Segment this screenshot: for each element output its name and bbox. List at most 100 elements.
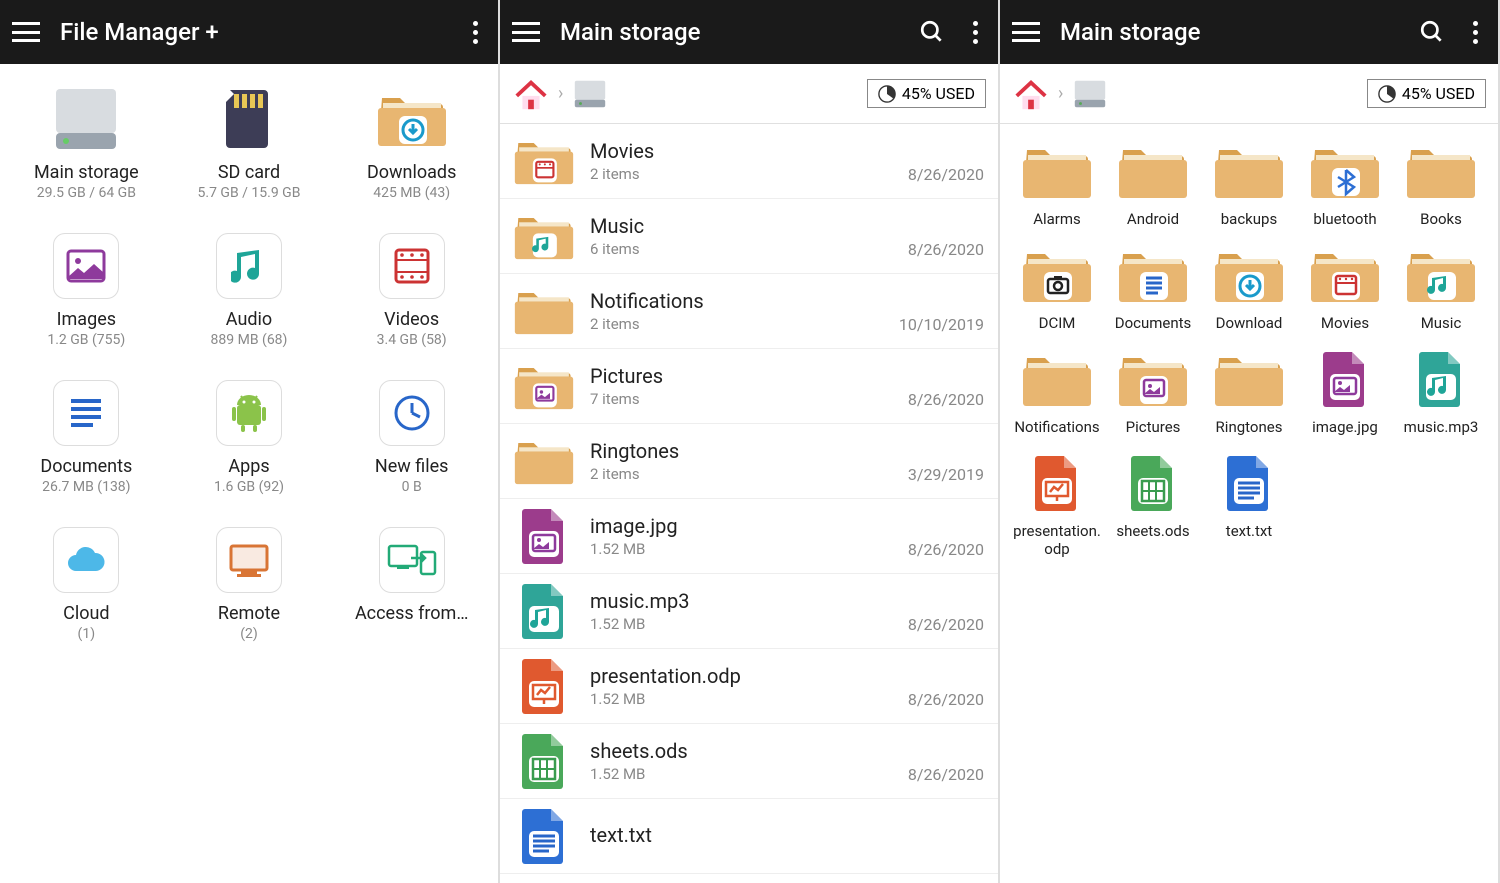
folder-image-icon (1114, 344, 1192, 414)
category-label: Access from… (355, 603, 468, 624)
category-label: Downloads (367, 162, 456, 183)
folder-icon (1210, 136, 1288, 206)
file-date: 10/10/2019 (899, 315, 984, 334)
category-cloud[interactable]: Cloud (1) (10, 525, 163, 642)
cloud-icon (46, 525, 126, 595)
file-name: Pictures (1126, 418, 1181, 436)
file-sub: 2 items (590, 165, 908, 183)
category-downloads[interactable]: Downloads 425 MB (43) (335, 84, 488, 201)
category-remote[interactable]: Remote (2) (173, 525, 326, 642)
folder-icon (1018, 136, 1096, 206)
menu-icon[interactable] (1012, 22, 1040, 42)
file-list: Movies 2 items 8/26/2020 Music 6 items 8… (500, 124, 998, 883)
grid-item[interactable]: Android (1108, 136, 1198, 228)
menu-icon[interactable] (12, 22, 40, 42)
grid-item[interactable]: music.mp3 (1396, 344, 1486, 436)
usage-badge[interactable]: 45% USED (867, 79, 986, 108)
page-title: Main storage (1060, 18, 1419, 46)
category-documents[interactable]: Documents 26.7 MB (138) (10, 378, 163, 495)
list-item[interactable]: image.jpg 1.52 MB 8/26/2020 (500, 499, 998, 574)
grid-item[interactable]: Documents (1108, 240, 1198, 332)
file-name: Books (1420, 210, 1462, 228)
category-sub: 425 MB (43) (373, 185, 450, 201)
grid-item[interactable]: Books (1396, 136, 1486, 228)
grid-item[interactable]: Ringtones (1204, 344, 1294, 436)
folder-icon (1018, 344, 1096, 414)
remote-icon (209, 525, 289, 595)
list-item[interactable]: Pictures 7 items 8/26/2020 (500, 349, 998, 424)
file-presentation-icon (1018, 448, 1096, 518)
category-videos[interactable]: Videos 3.4 GB (58) (335, 231, 488, 348)
grid-item[interactable]: image.jpg (1300, 344, 1390, 436)
usage-text: 45% USED (1402, 84, 1475, 103)
file-name: sheets.ods (1116, 522, 1189, 540)
file-image-icon (514, 509, 574, 563)
grid-item[interactable]: Notifications (1012, 344, 1102, 436)
home-icon[interactable] (512, 75, 550, 113)
file-date: 8/26/2020 (908, 240, 984, 259)
file-sub: 1.52 MB (590, 690, 908, 708)
more-icon[interactable] (1465, 13, 1486, 52)
file-name: music.mp3 (590, 589, 908, 613)
folder-icon (514, 284, 574, 338)
grid-item[interactable]: bluetooth (1300, 136, 1390, 228)
file-name: DCIM (1039, 314, 1076, 332)
grid-item[interactable]: sheets.ods (1108, 448, 1198, 558)
storage-icon[interactable] (1071, 78, 1109, 110)
category-sd-card[interactable]: SD card 5.7 GB / 15.9 GB (173, 84, 326, 201)
file-name: Documents (1115, 314, 1192, 332)
grid-item[interactable]: Pictures (1108, 344, 1198, 436)
category-new-files[interactable]: New files 0 B (335, 378, 488, 495)
category-label: Images (57, 309, 116, 330)
file-music-icon (1402, 344, 1480, 414)
category-label: Main storage (34, 162, 139, 183)
category-sub: 1.6 GB (92) (214, 479, 284, 495)
file-text-icon (1210, 448, 1288, 518)
grid-item[interactable]: Download (1204, 240, 1294, 332)
category-sub: (2) (240, 626, 258, 642)
search-icon[interactable] (919, 19, 945, 45)
header: Main storage (1000, 0, 1498, 64)
list-item[interactable]: text.txt (500, 799, 998, 874)
usage-text: 45% USED (902, 84, 975, 103)
image-icon (46, 231, 126, 301)
file-name: Music (1421, 314, 1462, 332)
list-item[interactable]: Ringtones 2 items 3/29/2019 (500, 424, 998, 499)
file-name: Android (1127, 210, 1179, 228)
grid-item[interactable]: Music (1396, 240, 1486, 332)
category-main-storage[interactable]: Main storage 29.5 GB / 64 GB (10, 84, 163, 201)
file-sub: 1.52 MB (590, 540, 908, 558)
storage-icon[interactable] (571, 78, 609, 110)
file-name: backups (1221, 210, 1277, 228)
list-item[interactable]: music.mp3 1.52 MB 8/26/2020 (500, 574, 998, 649)
list-item[interactable]: sheets.ods 1.52 MB 8/26/2020 (500, 724, 998, 799)
grid-item[interactable]: Alarms (1012, 136, 1102, 228)
category-apps[interactable]: Apps 1.6 GB (92) (173, 378, 326, 495)
file-name: Notifications (590, 289, 899, 313)
chevron-icon: › (558, 83, 563, 104)
grid-item[interactable]: DCIM (1012, 240, 1102, 332)
grid-item[interactable]: backups (1204, 136, 1294, 228)
audio-icon (209, 231, 289, 301)
list-item[interactable]: Movies 2 items 8/26/2020 (500, 124, 998, 199)
grid-item[interactable]: Movies (1300, 240, 1390, 332)
more-icon[interactable] (965, 13, 986, 52)
hdd-icon (46, 84, 126, 154)
category-access-from-[interactable]: Access from… (335, 525, 488, 642)
list-item[interactable]: Notifications 2 items 10/10/2019 (500, 274, 998, 349)
menu-icon[interactable] (512, 22, 540, 42)
list-item[interactable]: presentation.odp 1.52 MB 8/26/2020 (500, 649, 998, 724)
home-icon[interactable] (1012, 75, 1050, 113)
file-sub: 7 items (590, 390, 908, 408)
search-icon[interactable] (1419, 19, 1445, 45)
category-images[interactable]: Images 1.2 GB (755) (10, 231, 163, 348)
grid-item[interactable]: text.txt (1204, 448, 1294, 558)
file-name: image.jpg (1312, 418, 1378, 436)
more-icon[interactable] (465, 13, 486, 52)
category-sub: 29.5 GB / 64 GB (37, 185, 136, 201)
category-audio[interactable]: Audio 889 MB (68) (173, 231, 326, 348)
usage-badge[interactable]: 45% USED (1367, 79, 1486, 108)
list-item[interactable]: Music 6 items 8/26/2020 (500, 199, 998, 274)
file-image-icon (1306, 344, 1384, 414)
grid-item[interactable]: presentation.odp (1012, 448, 1102, 558)
